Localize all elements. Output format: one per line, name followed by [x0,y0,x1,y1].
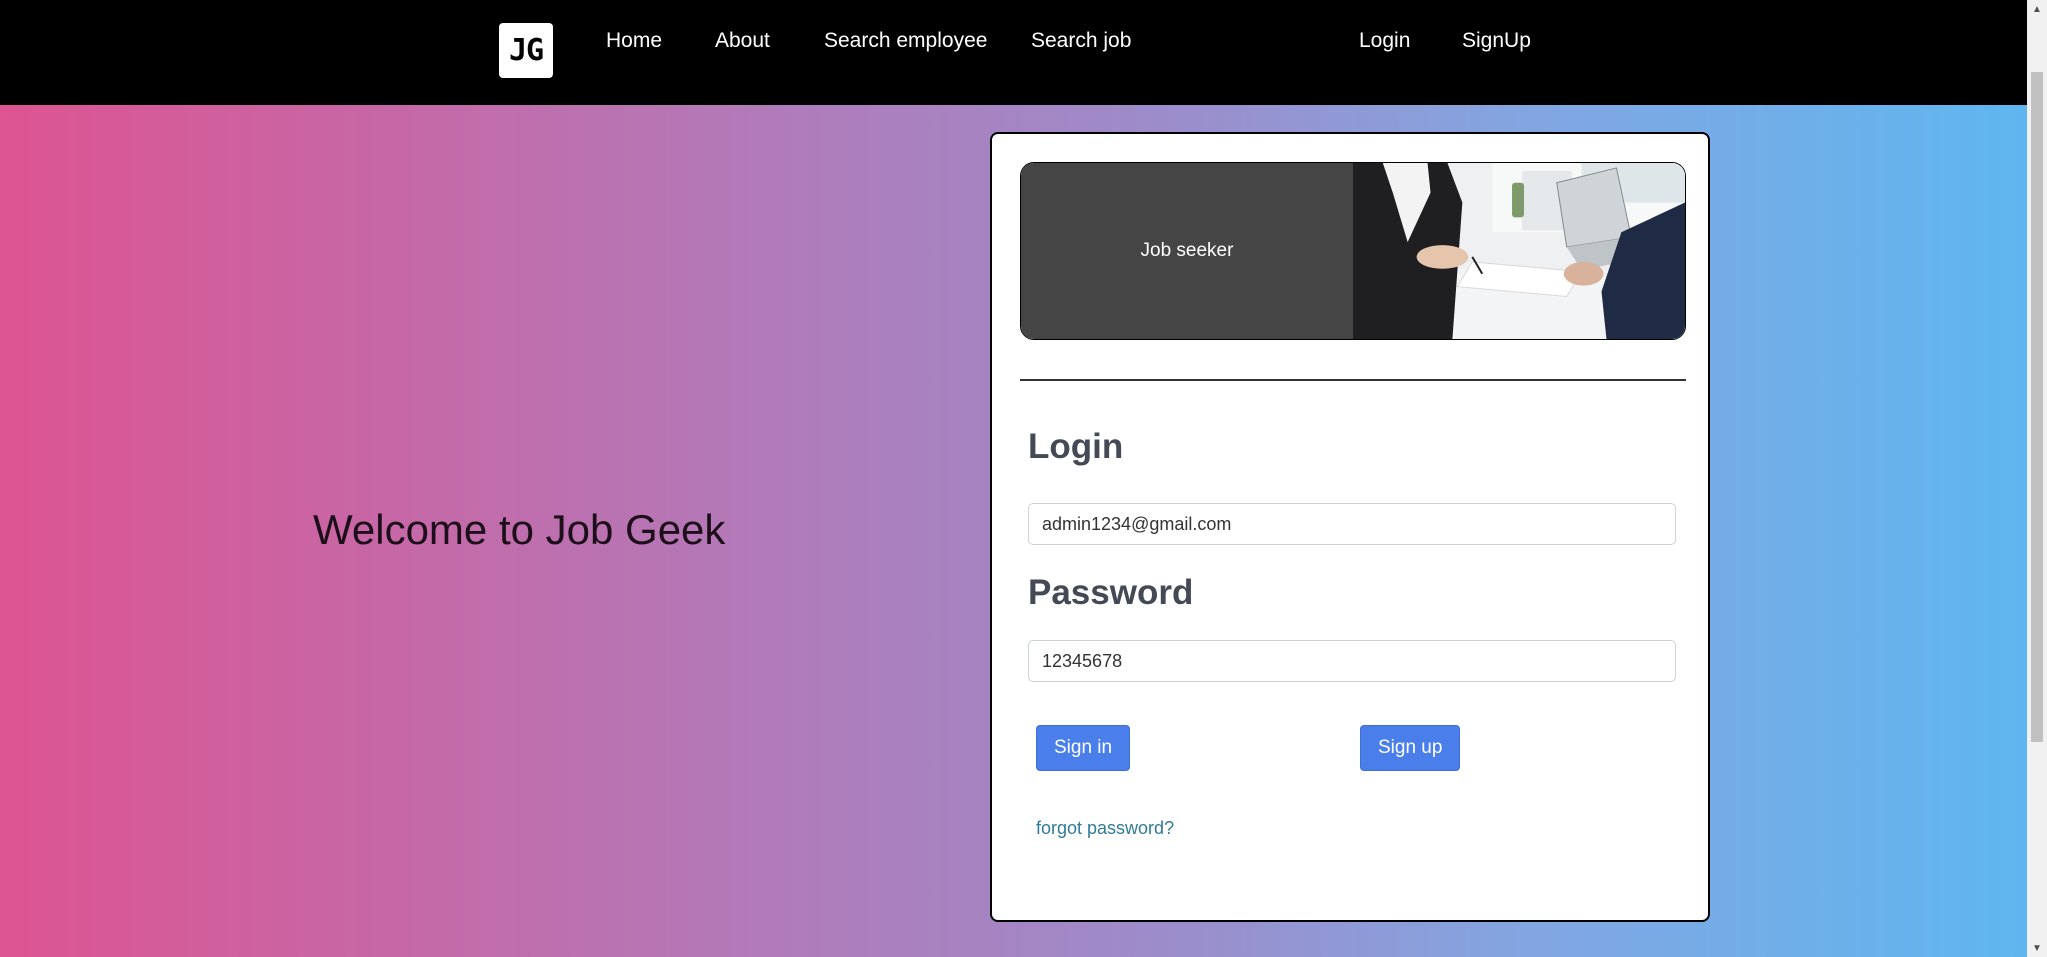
sign-in-button[interactable]: Sign in [1036,725,1131,771]
login-title: Login [1028,427,1124,466]
top-navbar: JG Home About Search employee Search job… [0,0,2027,105]
nav-home-link[interactable]: Home [606,28,662,54]
vertical-scrollbar[interactable]: ▲ ▼ [2027,0,2047,957]
job-seeker-label: Job seeker [1140,240,1234,261]
login-card: Job seeker Login Pas [990,132,1710,922]
nav-signup-link[interactable]: SignUp [1462,28,1531,54]
interview-photo [1353,163,1685,339]
email-field[interactable] [1028,503,1676,545]
nav-search-employee-link[interactable]: Search employee [824,28,987,54]
nav-search-job-link[interactable]: Search job [1031,28,1131,54]
scroll-up-arrow-icon[interactable]: ▲ [2027,0,2047,18]
job-seeker-tab[interactable]: Job seeker [1021,163,1353,339]
sign-up-button[interactable]: Sign up [1360,725,1461,771]
job-seeker-banner: Job seeker [1020,162,1686,340]
card-divider [1020,379,1686,381]
scrollbar-thumb[interactable] [2031,72,2043,742]
forgot-password-link[interactable]: forgot password? [1036,818,1174,839]
nav-about-link[interactable]: About [715,28,770,54]
nav-login-link[interactable]: Login [1359,28,1410,54]
password-title: Password [1028,573,1194,612]
job-geek-logo[interactable]: JG [499,23,553,78]
scroll-down-arrow-icon[interactable]: ▼ [2027,939,2047,957]
password-field[interactable] [1028,640,1676,682]
welcome-heading: Welcome to Job Geek [313,506,726,553]
